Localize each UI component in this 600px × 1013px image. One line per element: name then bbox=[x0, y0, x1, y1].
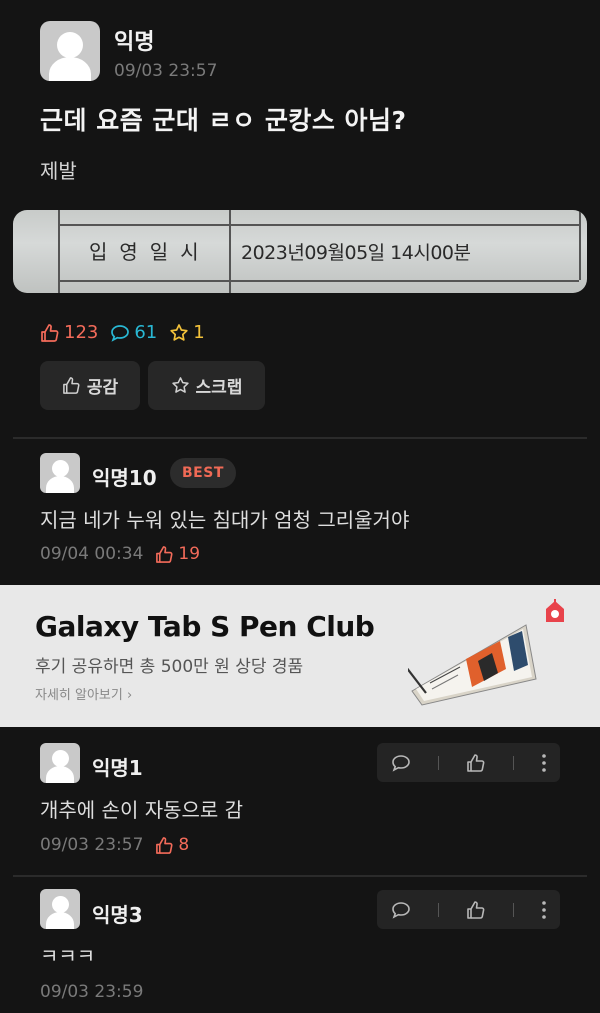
more-vertical-icon[interactable] bbox=[541, 900, 547, 920]
comment-timestamp: 09/03 23:59 bbox=[40, 982, 144, 1002]
ad-title: Galaxy Tab S Pen Club bbox=[35, 610, 375, 643]
post-body: 제발 bbox=[40, 159, 77, 183]
scrap-button-label: 스크랩 bbox=[195, 378, 243, 398]
like-button[interactable]: 공감 bbox=[40, 361, 140, 410]
star-icon bbox=[170, 323, 188, 341]
thumb-up-icon[interactable] bbox=[466, 753, 486, 773]
thumb-up-icon bbox=[41, 323, 59, 342]
comment-avatar bbox=[40, 889, 80, 929]
like-count-stat: 123 bbox=[40, 322, 98, 343]
comment-timestamp: 09/03 23:57 bbox=[40, 835, 144, 855]
comment-count-stat: 61 bbox=[110, 322, 157, 343]
separator bbox=[437, 902, 439, 917]
tablet-illustration bbox=[408, 624, 537, 706]
comment-count: 61 bbox=[134, 322, 158, 343]
best-badge: BEST bbox=[170, 458, 236, 488]
scrap-button[interactable]: 스크랩 bbox=[148, 361, 265, 410]
post-attached-photo[interactable]: 입영일시 2023년09월05일 14시00분 bbox=[13, 210, 587, 293]
divider bbox=[13, 437, 587, 439]
photo-label-text: 입영일시 bbox=[89, 240, 211, 264]
comment-author: 익명1 bbox=[92, 756, 143, 780]
comment-actions bbox=[377, 890, 560, 929]
speech-bubble-icon[interactable] bbox=[391, 753, 411, 773]
star-icon bbox=[171, 377, 189, 393]
more-vertical-icon[interactable] bbox=[541, 753, 547, 773]
post-author-avatar bbox=[40, 21, 100, 81]
comment-avatar bbox=[40, 743, 80, 783]
comment-like-count: 19 bbox=[178, 544, 201, 564]
house-badge-icon bbox=[546, 599, 564, 622]
photo-value-text: 2023년09월05일 14시00분 bbox=[241, 242, 471, 264]
ad-subtitle: 후기 공유하면 총 500만 원 상당 경품 bbox=[35, 657, 304, 677]
thumb-up-icon bbox=[156, 836, 173, 854]
comment-meta: 09/03 23:57 8 bbox=[40, 835, 189, 855]
like-count: 123 bbox=[64, 322, 99, 343]
comment-author: 익명10 bbox=[92, 466, 157, 490]
separator bbox=[512, 755, 514, 770]
post-author-name: 익명 bbox=[114, 30, 155, 55]
comment-text: 개추에 손이 자동으로 감 bbox=[40, 798, 244, 822]
separator bbox=[512, 902, 514, 917]
comment-like-count: 8 bbox=[178, 835, 190, 855]
speech-bubble-icon[interactable] bbox=[391, 900, 411, 920]
comment-actions bbox=[377, 743, 560, 782]
thumb-up-icon bbox=[156, 545, 173, 563]
post-stats: 123 61 1 bbox=[40, 322, 217, 343]
comment-avatar bbox=[40, 453, 80, 493]
like-button-label: 공감 bbox=[86, 378, 119, 398]
separator bbox=[437, 755, 439, 770]
comment-like[interactable]: 19 bbox=[155, 544, 200, 564]
thumb-up-icon[interactable] bbox=[466, 900, 486, 920]
comment-text: ㅋㅋㅋ bbox=[40, 944, 96, 968]
scrap-count-stat: 1 bbox=[169, 322, 205, 343]
scrap-count: 1 bbox=[193, 322, 205, 343]
comment-meta: 09/04 00:34 19 bbox=[40, 544, 200, 564]
ad-more-link[interactable]: 자세히 알아보기 › bbox=[35, 684, 132, 703]
post-timestamp: 09/03 23:57 bbox=[114, 61, 218, 81]
comment-author: 익명3 bbox=[92, 903, 143, 927]
post-title: 근데 요즘 군대 ㄹㅇ 군캉스 아님? bbox=[40, 106, 407, 135]
ad-banner[interactable]: Galaxy Tab S Pen Club 후기 공유하면 총 500만 원 상… bbox=[0, 585, 600, 727]
speech-bubble-icon bbox=[111, 324, 130, 342]
comment-meta: 09/03 23:59 bbox=[40, 982, 143, 1002]
divider bbox=[13, 875, 587, 877]
thumb-up-icon bbox=[62, 377, 80, 394]
comment-like[interactable]: 8 bbox=[155, 835, 189, 855]
comment-text: 지금 네가 누워 있는 침대가 엄청 그리울거야 bbox=[40, 508, 410, 532]
comment-timestamp: 09/04 00:34 bbox=[40, 544, 144, 564]
